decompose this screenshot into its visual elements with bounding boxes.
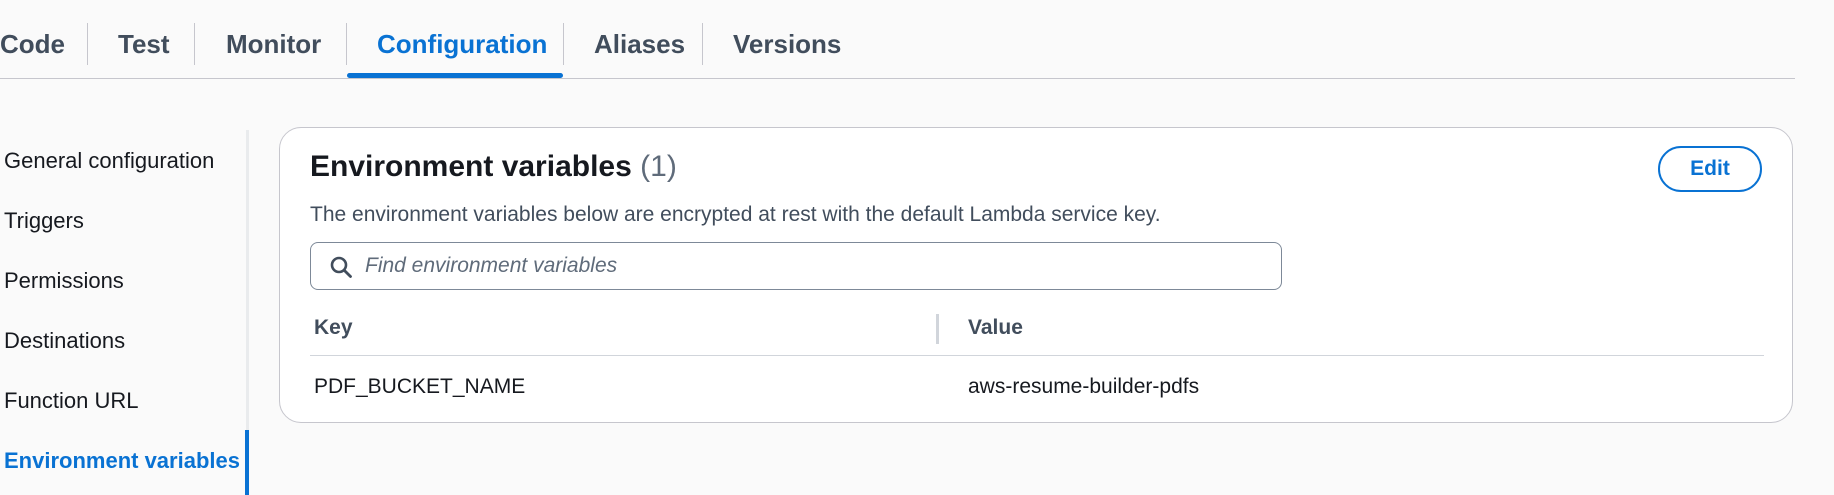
panel-count: (1) — [640, 150, 677, 183]
tab-monitor[interactable]: Monitor — [226, 14, 321, 74]
tab-code[interactable]: Code — [0, 14, 65, 74]
active-tab-indicator — [347, 73, 563, 78]
search-icon — [329, 255, 353, 279]
tab-divider — [346, 23, 347, 65]
search-box[interactable] — [310, 242, 1282, 290]
table-header-divider — [310, 355, 1764, 356]
panel-title-text: Environment variables — [310, 150, 632, 183]
sidebar-active-indicator — [245, 430, 249, 495]
tab-aliases[interactable]: Aliases — [594, 14, 685, 74]
sidebar-item-destinations[interactable]: Destinations — [4, 328, 125, 354]
tab-divider — [563, 23, 564, 65]
sidebar-item-environment-variables[interactable]: Environment variables — [4, 448, 240, 474]
column-resizer[interactable] — [936, 314, 939, 344]
tab-versions[interactable]: Versions — [733, 14, 841, 74]
sidebar-item-general-configuration[interactable]: General configuration — [4, 148, 214, 174]
sidebar-item-triggers[interactable]: Triggers — [4, 208, 84, 234]
sidebar-item-permissions[interactable]: Permissions — [4, 268, 124, 294]
panel-title: Environment variables (1) — [310, 150, 677, 184]
search-input[interactable] — [365, 243, 1265, 289]
column-header-value[interactable]: Value — [968, 316, 1023, 340]
column-header-key[interactable]: Key — [314, 316, 353, 340]
configuration-sidebar: General configuration Triggers Permissio… — [0, 130, 250, 495]
tab-divider — [194, 23, 195, 65]
tab-test[interactable]: Test — [118, 14, 170, 74]
edit-button[interactable]: Edit — [1658, 146, 1762, 192]
env-var-key: PDF_BUCKET_NAME — [314, 375, 526, 398]
tab-divider — [87, 23, 88, 65]
tab-divider — [702, 23, 703, 65]
panel-description: The environment variables below are encr… — [310, 203, 1161, 226]
tab-bar: Code Test Monitor Configuration Aliases … — [0, 0, 1795, 79]
sidebar-item-function-url[interactable]: Function URL — [4, 388, 139, 414]
tab-configuration[interactable]: Configuration — [377, 14, 547, 74]
env-var-value: aws-resume-builder-pdfs — [968, 375, 1200, 398]
